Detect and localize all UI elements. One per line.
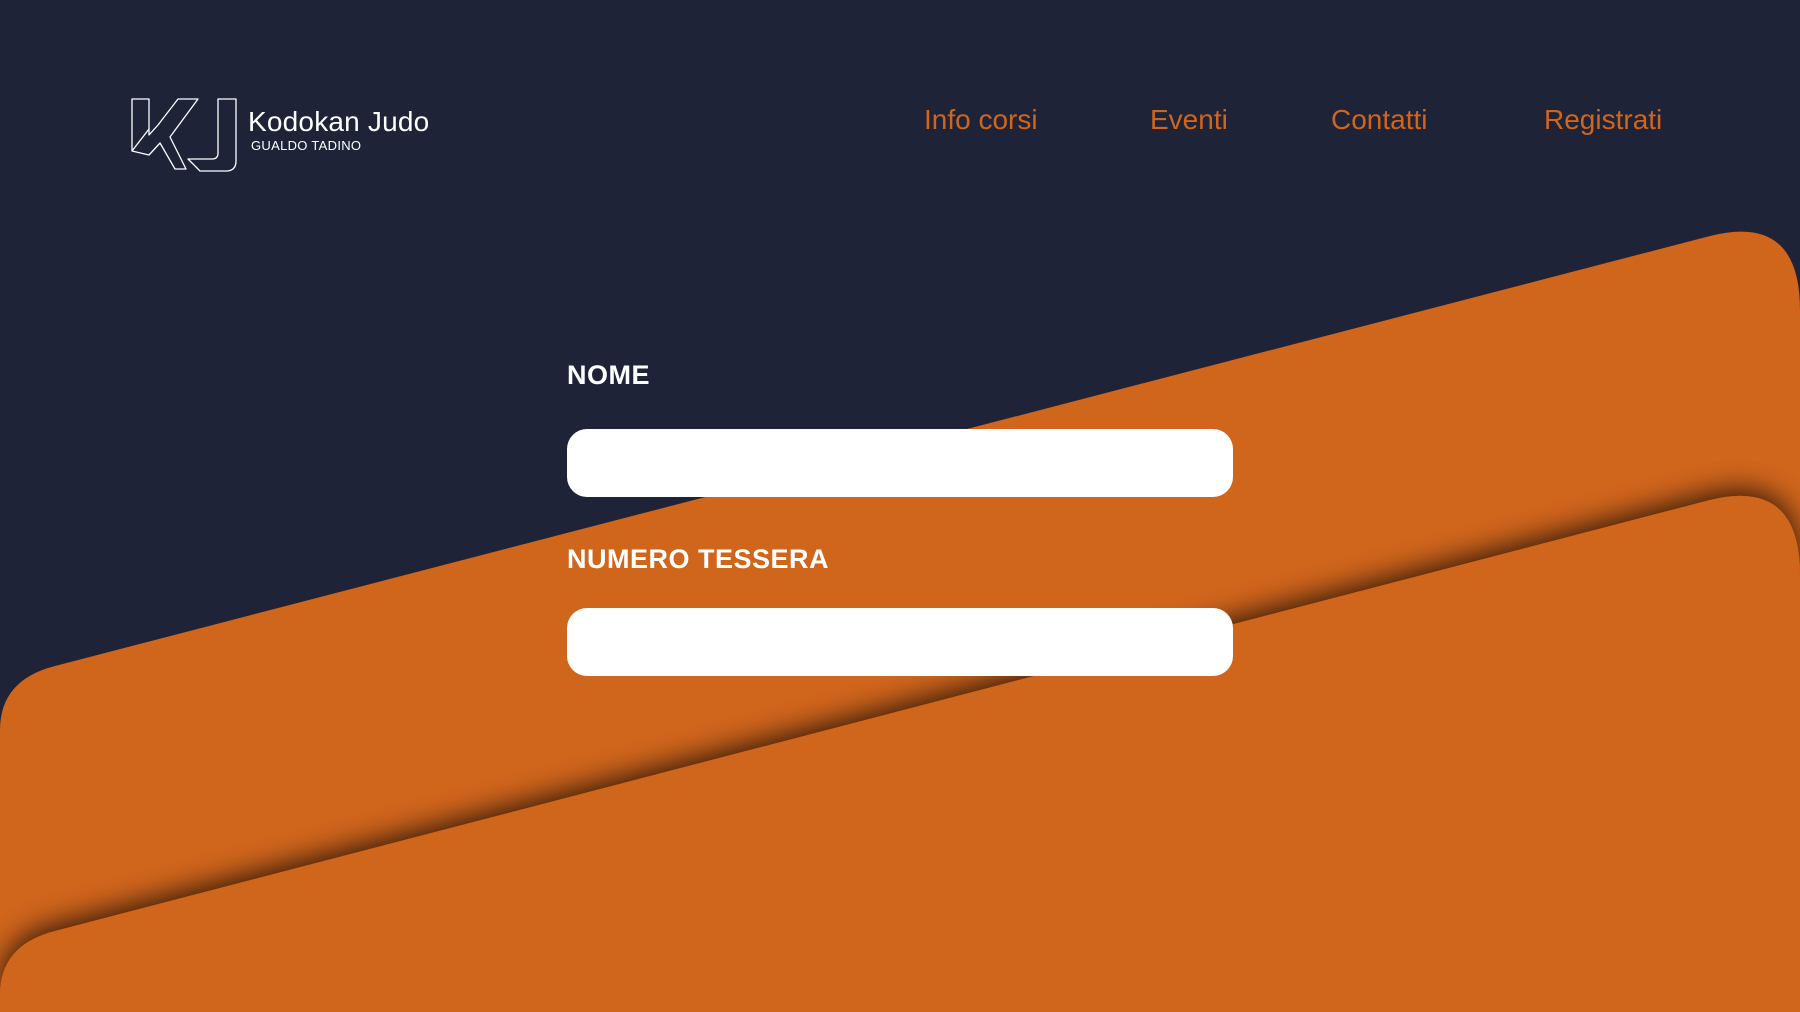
nav-registrati[interactable]: Registrati (1544, 104, 1662, 136)
nav-info-corsi[interactable]: Info corsi (924, 104, 1038, 136)
site-header: Kodokan Judo GUALDO TADINO Info corsi Ev… (0, 0, 1800, 200)
brand-title: Kodokan Judo (248, 106, 430, 137)
nav-eventi[interactable]: Eventi (1150, 104, 1228, 136)
nav-contatti[interactable]: Contatti (1331, 104, 1428, 136)
nome-input[interactable] (567, 429, 1233, 497)
page: Kodokan Judo GUALDO TADINO Info corsi Ev… (0, 0, 1800, 1012)
nome-label: NOME (567, 360, 650, 390)
numero-tessera-input[interactable] (567, 608, 1233, 676)
brand-subtitle: GUALDO TADINO (251, 138, 362, 153)
kj-monogram-icon (131, 98, 237, 172)
numero-tessera-label: NUMERO TESSERA (567, 544, 830, 574)
brand-logo[interactable]: Kodokan Judo GUALDO TADINO (130, 97, 460, 173)
